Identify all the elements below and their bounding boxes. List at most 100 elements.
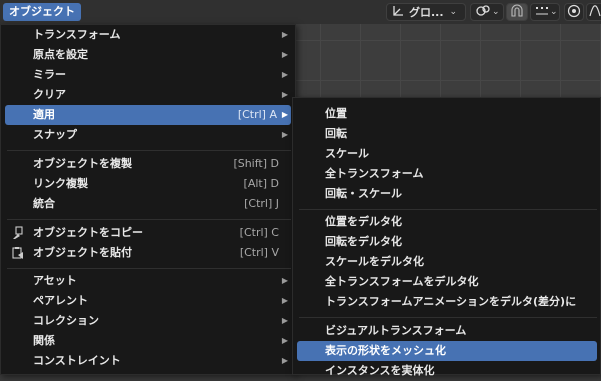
submenu-item-label: 表示の形状をメッシュ化 (325, 344, 446, 357)
apply-submenu: 位置 回転 スケール 全トランスフォーム 回転・スケール 位置をデルタ化 回転を… (292, 97, 601, 377)
menu-item-label: 関係 (33, 334, 55, 347)
chevron-down-icon: ⌄ (449, 7, 458, 17)
falloff-curve-icon (589, 4, 601, 21)
shortcut-label: [Shift] D (233, 157, 279, 170)
menu-item-transform[interactable]: トランスフォーム ▶ (5, 25, 291, 45)
submenu-item-all-transforms-to-deltas[interactable]: 全トランスフォームをデルタ化 (297, 272, 597, 292)
submenu-arrow-icon: ▶ (281, 336, 288, 345)
submenu-item-label: 全トランスフォーム (325, 167, 424, 180)
menu-item-snap[interactable]: スナップ ▶ (5, 125, 291, 145)
snap-toggle[interactable] (506, 3, 528, 21)
submenu-item-label: スケール (325, 147, 369, 160)
menu-item-duplicate-objects[interactable]: オブジェクトを複製 [Shift] D (5, 154, 291, 174)
transform-orientation-dropdown[interactable]: グロ... ⌄ (386, 3, 466, 21)
menu-item-asset[interactable]: アセット ▶ (5, 271, 291, 291)
menu-item-collection[interactable]: コレクション ▶ (5, 311, 291, 331)
menu-item-mirror[interactable]: ミラー ▶ (5, 65, 291, 85)
menu-item-label: 原点を設定 (33, 48, 88, 61)
menu-item-parent[interactable]: ペアレント ▶ (5, 291, 291, 311)
menu-item-label: スナップ (33, 128, 77, 141)
submenu-arrow-icon: ▶ (281, 70, 288, 79)
menu-item-set-origin[interactable]: 原点を設定 ▶ (5, 45, 291, 65)
submenu-item-label: 全トランスフォームをデルタ化 (325, 275, 479, 288)
menu-item-label: コンストレイント (33, 354, 121, 367)
submenu-item-label: トランスフォームアニメーションをデルタ(差分)に (325, 295, 577, 308)
submenu-separator (299, 317, 597, 318)
menu-separator (7, 219, 291, 220)
menu-item-label: ペアレント (33, 294, 88, 307)
shortcut-label: [Ctrl] J (244, 197, 279, 210)
menu-item-label: 適用 (33, 108, 55, 121)
shortcut-label: [Ctrl] V (239, 246, 279, 259)
snap-increment-icon (535, 4, 549, 21)
submenu-item-animated-transforms-to-deltas[interactable]: トランスフォームアニメーションをデルタ(差分)に (297, 292, 597, 312)
submenu-arrow-icon: ▶ (281, 276, 288, 285)
menu-item-copy-objects[interactable]: オブジェクトをコピー [Ctrl] C (5, 223, 291, 243)
menu-item-label: トランスフォーム (33, 28, 121, 41)
submenu-item-visual-geometry-to-mesh[interactable]: 表示の形状をメッシュ化 (297, 341, 597, 361)
menu-item-clear[interactable]: クリア ▶ (5, 85, 291, 105)
magnet-icon (510, 4, 524, 21)
menu-item-label: 統合 (33, 197, 55, 210)
chevron-down-icon: ⌄ (492, 7, 500, 17)
menu-item-duplicate-linked[interactable]: リンク複製 [Alt] D (5, 174, 291, 194)
submenu-item-make-instances-real[interactable]: インスタンスを実体化 (297, 361, 597, 381)
submenu-arrow-icon: ▶ (281, 316, 288, 325)
copy-icon (11, 226, 25, 240)
proportional-editing-toggle[interactable] (564, 3, 584, 21)
menu-separator (7, 268, 291, 269)
submenu-item-scale[interactable]: スケール (297, 144, 597, 164)
submenu-arrow-icon: ▶ (281, 296, 288, 305)
submenu-separator (299, 209, 597, 210)
submenu-item-visual-transform[interactable]: ビジュアルトランスフォーム (297, 321, 597, 341)
submenu-item-rotation-to-deltas[interactable]: 回転をデルタ化 (297, 232, 597, 252)
menu-item-label: オブジェクトを複製 (33, 157, 132, 170)
menu-item-label: アセット (33, 274, 77, 287)
submenu-item-label: 回転・スケール (325, 187, 402, 200)
proportional-circle-icon (567, 4, 581, 21)
submenu-item-label: インスタンスを実体化 (325, 364, 435, 377)
menu-item-label: ミラー (33, 68, 66, 81)
submenu-item-scale-to-deltas[interactable]: スケールをデルタ化 (297, 252, 597, 272)
menu-item-label: クリア (33, 88, 66, 101)
menu-item-label: オブジェクトを貼付 (33, 246, 132, 259)
submenu-arrow-icon: ▶ (281, 130, 288, 139)
submenu-item-location[interactable]: 位置 (297, 104, 597, 124)
menu-item-paste-objects[interactable]: オブジェクトを貼付 [Ctrl] V (5, 243, 291, 263)
orientation-label: グロ... (409, 6, 444, 19)
menu-item-label: オブジェクトをコピー (33, 226, 143, 239)
object-menu-button[interactable]: オブジェクト (3, 3, 81, 21)
menu-separator (7, 150, 291, 151)
submenu-item-rotation-scale[interactable]: 回転・スケール (297, 184, 597, 204)
submenu-arrow-icon: ▶ (281, 30, 288, 39)
submenu-arrow-icon: ▶ (281, 110, 288, 119)
submenu-item-label: 回転 (325, 127, 347, 140)
menu-item-relations[interactable]: 関係 ▶ (5, 331, 291, 351)
pivot-point-dropdown[interactable]: ⌄ (470, 3, 504, 21)
submenu-arrow-icon: ▶ (281, 90, 288, 99)
submenu-item-label: スケールをデルタ化 (325, 255, 424, 268)
shortcut-label: [Ctrl] A (237, 108, 277, 121)
pivot-icon (475, 4, 491, 21)
menu-item-join[interactable]: 統合 [Ctrl] J (5, 194, 291, 214)
submenu-item-label: ビジュアルトランスフォーム (325, 324, 467, 337)
menu-item-label: コレクション (33, 314, 99, 327)
shortcut-label: [Ctrl] C (239, 226, 279, 239)
object-menu: トランスフォーム ▶ 原点を設定 ▶ ミラー ▶ クリア ▶ 適用 [Ctrl]… (0, 24, 296, 375)
submenu-item-location-to-deltas[interactable]: 位置をデルタ化 (297, 212, 597, 232)
paste-icon (11, 246, 25, 260)
orientation-axes-icon (391, 4, 405, 21)
menu-item-label: リンク複製 (33, 177, 88, 190)
submenu-arrow-icon: ▶ (281, 50, 288, 59)
submenu-arrow-icon: ▶ (281, 356, 288, 365)
falloff-dropdown[interactable] (586, 3, 601, 21)
snap-target-dropdown[interactable]: ⌄ (530, 3, 560, 21)
chevron-down-icon: ⌄ (550, 7, 558, 17)
menu-item-constraint[interactable]: コンストレイント ▶ (5, 351, 291, 371)
submenu-item-label: 位置をデルタ化 (325, 215, 402, 228)
submenu-item-rotation[interactable]: 回転 (297, 124, 597, 144)
submenu-item-label: 位置 (325, 107, 347, 120)
submenu-item-all-transforms[interactable]: 全トランスフォーム (297, 164, 597, 184)
menu-item-apply[interactable]: 適用 [Ctrl] A ▶ (5, 105, 291, 125)
shortcut-label: [Alt] D (243, 177, 279, 190)
